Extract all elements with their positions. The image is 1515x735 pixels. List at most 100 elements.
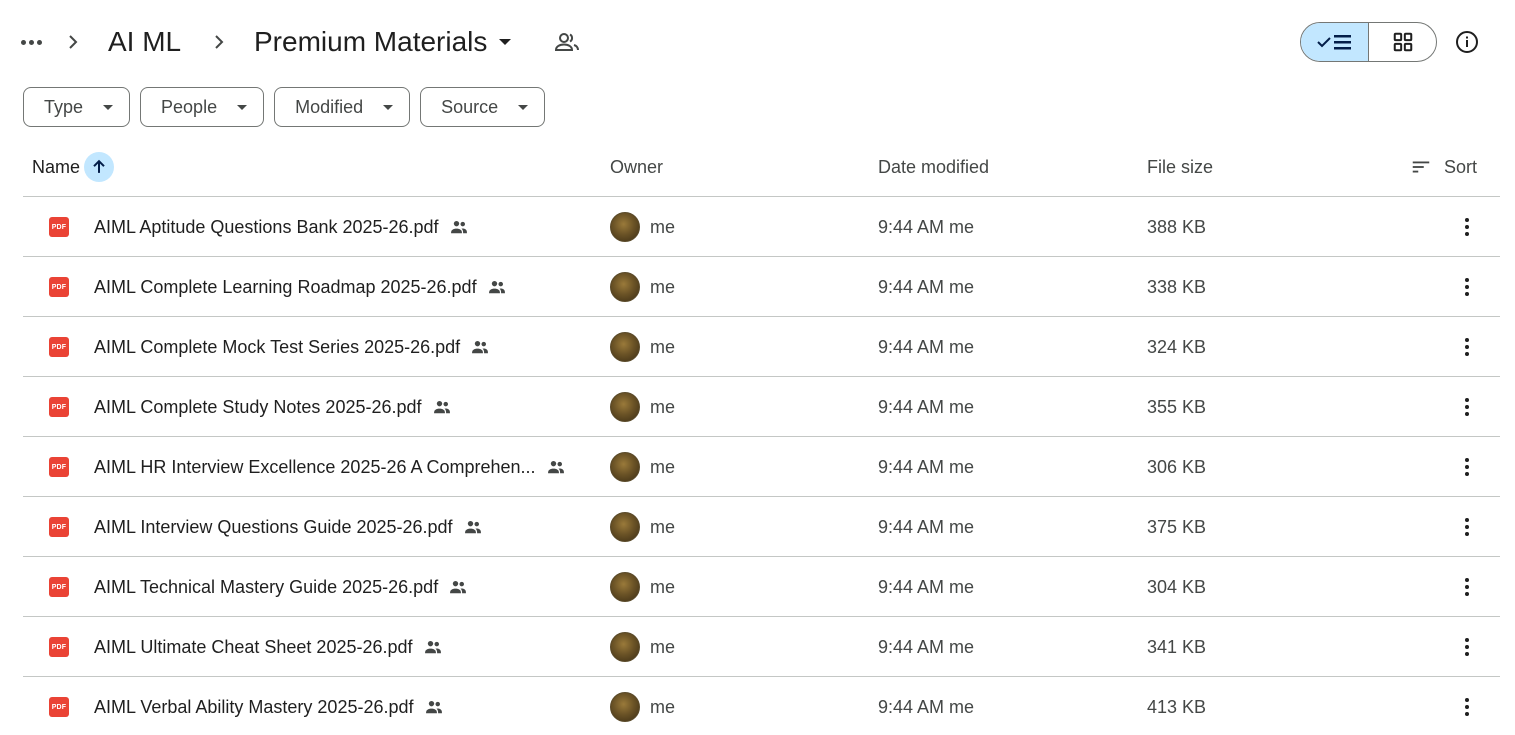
owner: me <box>650 397 676 417</box>
owner: me <box>650 697 676 717</box>
caret-down-icon <box>518 104 529 110</box>
column-label: Name <box>32 157 81 177</box>
breadcrumb-parent[interactable]: AI ML <box>100 20 189 64</box>
file-name[interactable]: AIML Verbal Ability Mastery 2025-26.pdf <box>94 677 444 735</box>
date-modified: 9:44 AM me <box>878 217 975 237</box>
info-icon[interactable] <box>1452 27 1482 57</box>
owner: me <box>650 277 676 297</box>
table-row[interactable]: PDF AIML Interview Questions Guide 2025-2… <box>23 497 1500 557</box>
list-view-button[interactable] <box>1301 23 1369 61</box>
breadcrumb-current-folder[interactable]: Premium Materials <box>246 20 519 64</box>
filter-source[interactable]: Source <box>420 87 546 127</box>
people-icon <box>463 517 483 537</box>
file-size: 375 KB <box>1147 517 1207 537</box>
chevron-right-icon <box>61 30 85 54</box>
sort-icon <box>1412 161 1430 173</box>
column-name-header[interactable]: Name <box>32 146 115 188</box>
dot <box>36 39 42 45</box>
file-name-text: AIML Complete Study Notes 2025-26.pdf <box>94 397 422 417</box>
more-actions-icon[interactable] <box>1452 272 1482 302</box>
avatar <box>610 452 640 482</box>
pdf-icon: PDF <box>49 337 69 357</box>
date-modified: 9:44 AM me <box>878 697 975 717</box>
more-breadcrumbs-button[interactable] <box>16 28 46 56</box>
grid-view-button[interactable] <box>1369 23 1436 61</box>
check-list-icon <box>1316 35 1351 50</box>
filter-type[interactable]: Type <box>23 87 131 127</box>
filter-label: Type <box>44 96 84 117</box>
table-row[interactable]: PDF AIML Aptitude Questions Bank 2025-26.… <box>23 197 1500 257</box>
chevron-right-icon <box>207 30 231 54</box>
file-size: 304 KB <box>1147 577 1207 597</box>
caret-down-icon <box>499 39 512 45</box>
more-actions-icon[interactable] <box>1452 632 1482 662</box>
pdf-icon: PDF <box>49 697 69 717</box>
current-folder-title: Premium Materials <box>254 26 488 57</box>
people-icon <box>449 217 469 237</box>
file-name[interactable]: AIML Ultimate Cheat Sheet 2025-26.pdf <box>94 617 443 677</box>
file-name[interactable]: AIML Complete Learning Roadmap 2025-26.p… <box>94 257 507 317</box>
column-size-header[interactable]: File size <box>1147 146 1213 196</box>
more-actions-icon[interactable] <box>1452 332 1482 362</box>
people-icon <box>432 397 452 417</box>
table-row[interactable]: PDF AIML Complete Study Notes 2025-26.pdf… <box>23 377 1500 437</box>
avatar <box>610 332 640 362</box>
table-row[interactable]: PDF AIML Verbal Ability Mastery 2025-26.p… <box>23 677 1500 735</box>
file-name[interactable]: AIML Complete Mock Test Series 2025-26.p… <box>94 317 490 377</box>
file-name[interactable]: AIML Technical Mastery Guide 2025-26.pdf <box>94 557 468 617</box>
avatar <box>610 512 640 542</box>
sort-button[interactable]: Sort <box>1410 146 1477 188</box>
people-icon <box>448 577 468 597</box>
more-actions-icon[interactable] <box>1452 212 1482 242</box>
pdf-icon: PDF <box>49 577 69 597</box>
column-date-header[interactable]: Date modified <box>878 146 989 196</box>
filter-modified[interactable]: Modified <box>274 87 411 127</box>
dot <box>28 39 34 45</box>
avatar <box>610 632 640 662</box>
more-actions-icon[interactable] <box>1452 452 1482 482</box>
pdf-icon: PDF <box>49 217 69 237</box>
file-size: 388 KB <box>1147 217 1207 237</box>
date-modified: 9:44 AM me <box>878 517 975 537</box>
people-icon <box>423 637 443 657</box>
table-header: Name Owner Date modified File size Sort <box>23 146 1500 197</box>
date-modified: 9:44 AM me <box>878 337 975 357</box>
more-actions-icon[interactable] <box>1452 572 1482 602</box>
file-name-text: AIML Aptitude Questions Bank 2025-26.pdf <box>94 217 439 237</box>
owner: me <box>650 457 676 477</box>
file-size: 341 KB <box>1147 637 1207 657</box>
table-row[interactable]: PDF AIML HR Interview Excellence 2025-26 … <box>23 437 1500 497</box>
arrow-up-icon[interactable] <box>84 152 115 182</box>
file-name[interactable]: AIML Complete Study Notes 2025-26.pdf <box>94 377 452 437</box>
file-name[interactable]: AIML Aptitude Questions Bank 2025-26.pdf <box>94 197 469 257</box>
file-name[interactable]: AIML Interview Questions Guide 2025-26.p… <box>94 497 483 557</box>
date-modified: 9:44 AM me <box>878 457 975 477</box>
people-icon <box>546 457 566 477</box>
file-list: PDF AIML Aptitude Questions Bank 2025-26.… <box>23 197 1500 735</box>
owner: me <box>650 577 676 597</box>
pdf-icon: PDF <box>49 397 69 417</box>
more-actions-icon[interactable] <box>1452 392 1482 422</box>
file-size: 413 KB <box>1147 697 1207 717</box>
pdf-icon: PDF <box>49 517 69 537</box>
sort-label: Sort <box>1444 157 1478 177</box>
filter-chips: Type People Modified Source <box>23 87 546 127</box>
caret-down-icon <box>237 104 248 110</box>
file-name-text: AIML Technical Mastery Guide 2025-26.pdf <box>94 577 439 597</box>
owner: me <box>650 337 676 357</box>
grid-icon <box>1393 32 1412 52</box>
table-row[interactable]: PDF AIML Complete Learning Roadmap 2025-2… <box>23 257 1500 317</box>
people-icon <box>470 337 490 357</box>
shared-folder-icon[interactable] <box>553 30 581 54</box>
filter-label: Source <box>441 96 499 117</box>
file-name[interactable]: AIML HR Interview Excellence 2025-26 A C… <box>94 437 566 497</box>
table-row[interactable]: PDF AIML Ultimate Cheat Sheet 2025-26.pdf… <box>23 617 1500 677</box>
table-row[interactable]: PDF AIML Technical Mastery Guide 2025-26.… <box>23 557 1500 617</box>
date-modified: 9:44 AM me <box>878 397 975 417</box>
avatar <box>610 392 640 422</box>
table-row[interactable]: PDF AIML Complete Mock Test Series 2025-2… <box>23 317 1500 377</box>
filter-people[interactable]: People <box>140 87 265 127</box>
more-actions-icon[interactable] <box>1452 512 1482 542</box>
more-actions-icon[interactable] <box>1452 692 1482 722</box>
caret-down-icon <box>103 104 114 110</box>
